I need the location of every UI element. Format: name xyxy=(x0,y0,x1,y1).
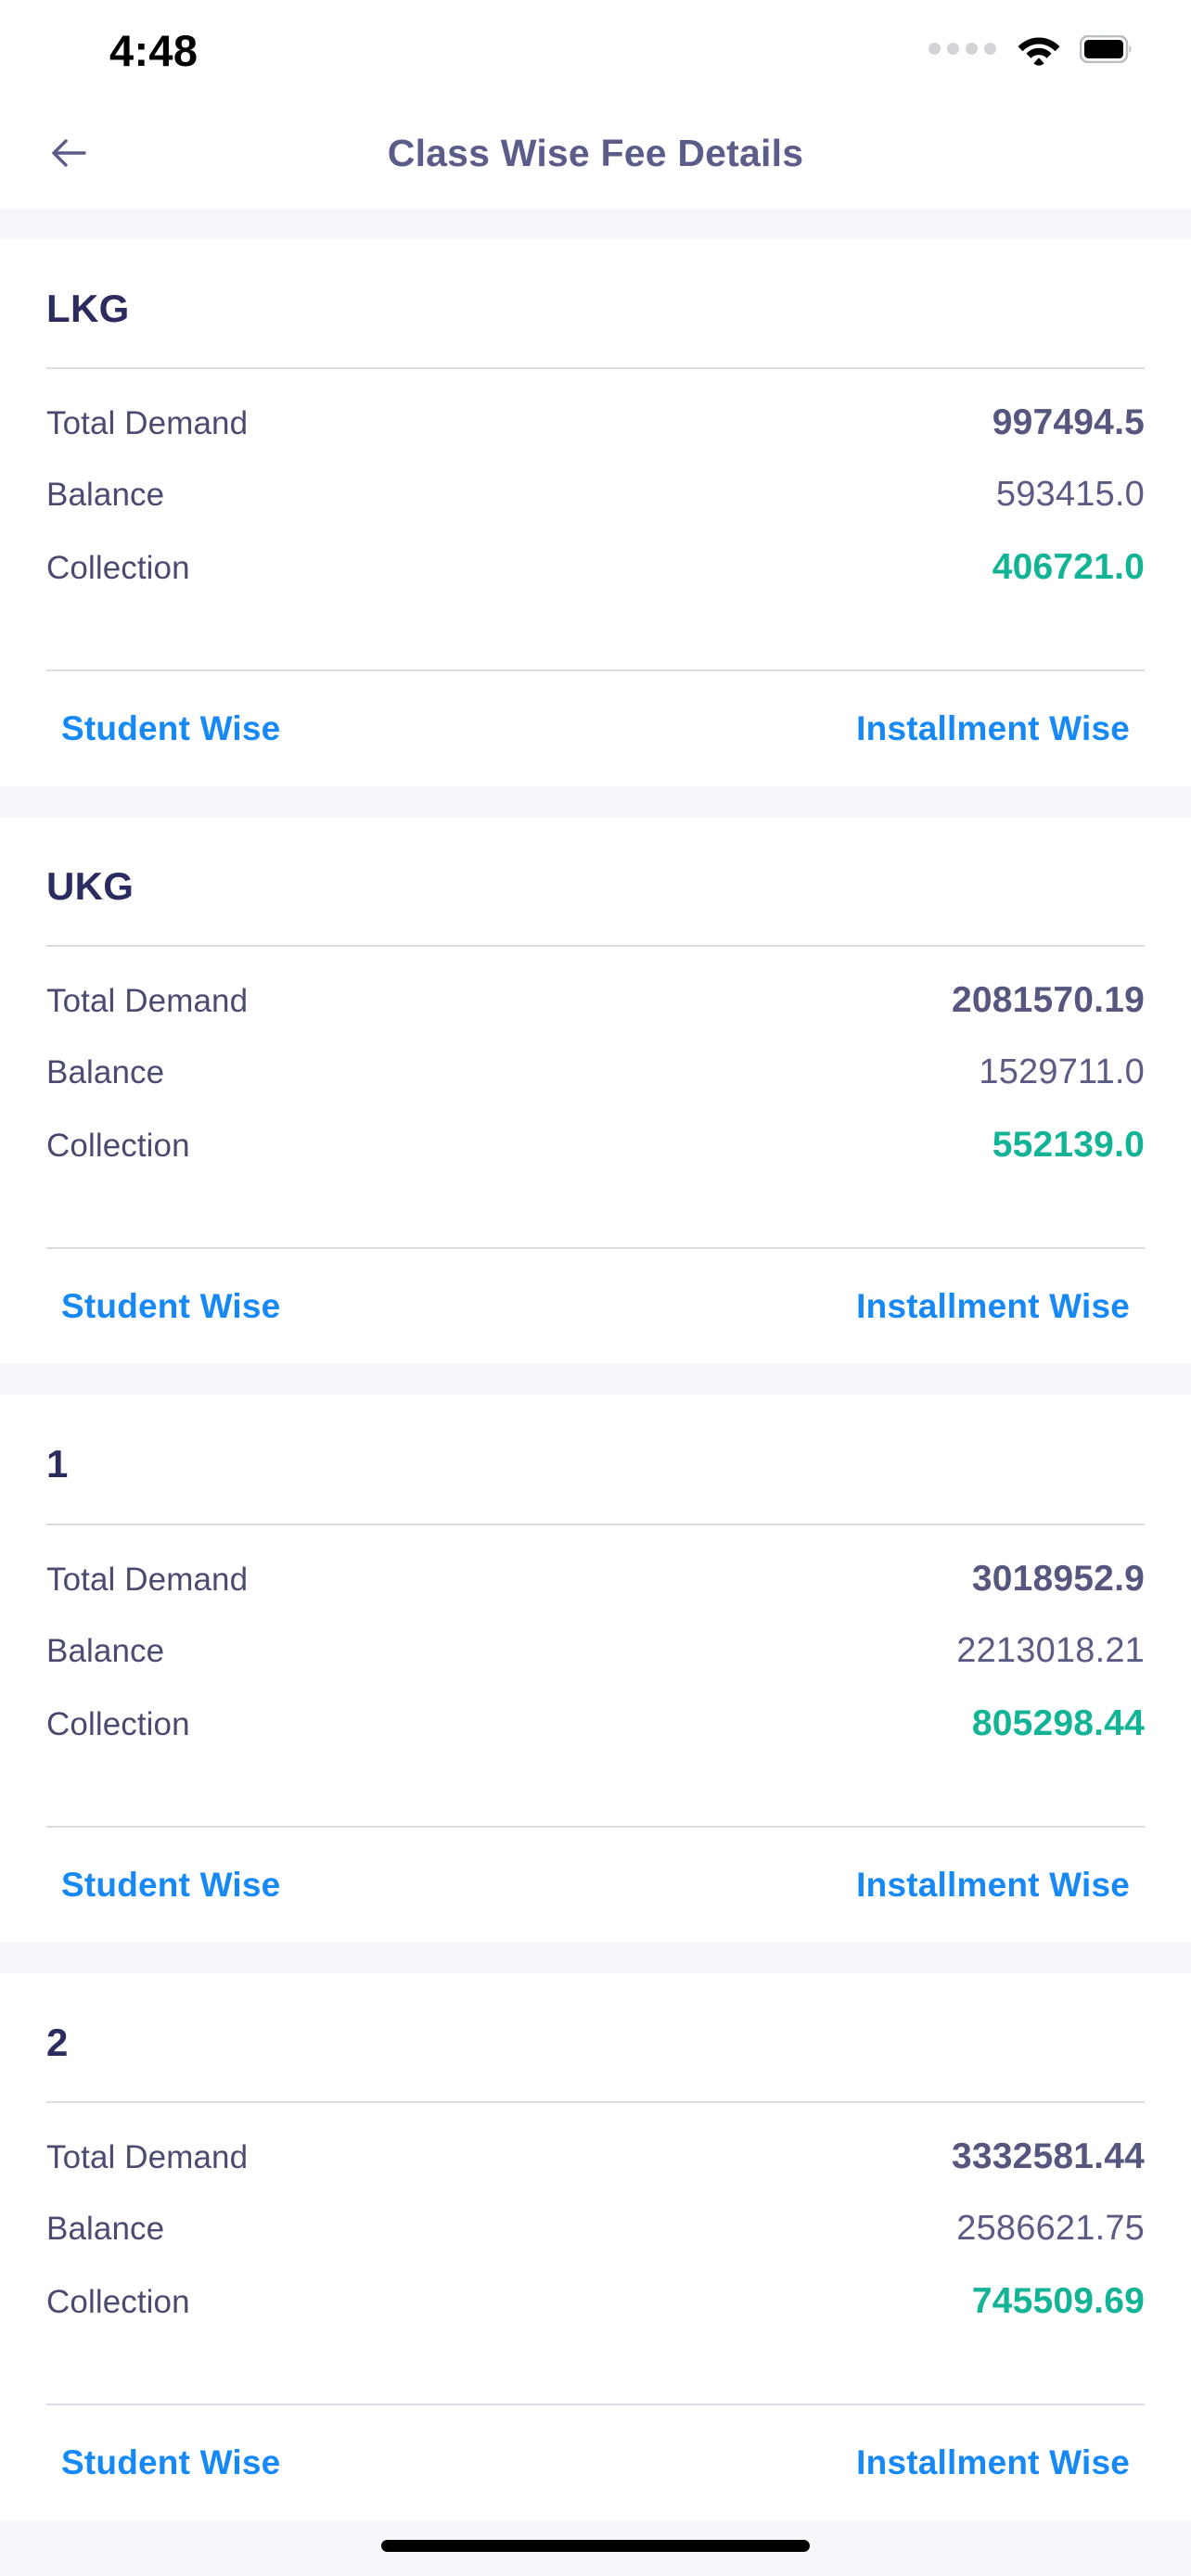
balance-row: Balance 593415.0 xyxy=(46,475,1145,547)
home-indicator[interactable] xyxy=(381,2540,810,2552)
balance-label: Balance xyxy=(46,1054,165,1091)
wifi-icon xyxy=(1017,32,1061,66)
balance-row: Balance 2586621.75 xyxy=(46,2209,1145,2281)
class-name: 1 xyxy=(46,1442,69,1486)
class-name: LKG xyxy=(46,287,130,330)
page-title: Class Wise Fee Details xyxy=(387,131,804,174)
card-actions: Student Wise Installment Wise xyxy=(46,1828,1145,1943)
list-gap xyxy=(0,209,1191,239)
balance-label: Balance xyxy=(46,1632,165,1669)
card-actions: Student Wise Installment Wise xyxy=(46,2405,1145,2520)
collection-row: Collection 805298.44 xyxy=(46,1703,1145,1776)
class-name: 2 xyxy=(46,2020,69,2064)
student-wise-link[interactable]: Student Wise xyxy=(61,1866,280,1905)
installment-wise-link[interactable]: Installment Wise xyxy=(856,2443,1130,2482)
class-fee-card: UKG Total Demand 2081570.19 Balance 1529… xyxy=(0,817,1191,1365)
collection-row: Collection 552139.0 xyxy=(46,1125,1145,1197)
fee-details-list[interactable]: LKG Total Demand 997494.5 Balance 593415… xyxy=(0,209,1191,2576)
card-rows: Total Demand 2081570.19 Balance 1529711.… xyxy=(46,947,1145,1197)
class-fee-card: LKG Total Demand 997494.5 Balance 593415… xyxy=(0,239,1191,787)
card-rows: Total Demand 3018952.9 Balance 2213018.2… xyxy=(46,1525,1145,1776)
collection-value: 552139.0 xyxy=(992,1125,1145,1166)
total-demand-row: Total Demand 3332581.44 xyxy=(46,2136,1145,2209)
student-wise-link[interactable]: Student Wise xyxy=(61,709,280,748)
collection-label: Collection xyxy=(46,550,190,587)
total-demand-value: 3332581.44 xyxy=(951,2136,1145,2176)
card-rows: Total Demand 997494.5 Balance 593415.0 C… xyxy=(46,369,1145,619)
card-actions: Student Wise Installment Wise xyxy=(46,1249,1145,1364)
total-demand-value: 3018952.9 xyxy=(971,1558,1145,1599)
balance-row: Balance 2213018.21 xyxy=(46,1631,1145,1703)
balance-value: 593415.0 xyxy=(995,475,1145,515)
total-demand-row: Total Demand 3018952.9 xyxy=(46,1559,1145,1631)
collection-label: Collection xyxy=(46,2283,190,2320)
phone-screen: 4:48 Class Wise Fee Details LKG Total De… xyxy=(0,0,1191,2576)
collection-label: Collection xyxy=(46,1705,190,1742)
student-wise-link[interactable]: Student Wise xyxy=(61,1287,280,1326)
collection-row: Collection 745509.69 xyxy=(46,2281,1145,2353)
total-demand-label: Total Demand xyxy=(46,2138,249,2175)
battery-full-icon xyxy=(1079,34,1133,63)
total-demand-label: Total Demand xyxy=(46,405,249,442)
collection-row: Collection 406721.0 xyxy=(46,547,1145,619)
class-name: UKG xyxy=(46,864,134,909)
list-gap xyxy=(0,1942,1191,1973)
total-demand-label: Total Demand xyxy=(46,983,249,1020)
collection-value: 805298.44 xyxy=(971,1702,1145,1743)
collection-value: 745509.69 xyxy=(971,2280,1145,2321)
total-demand-row: Total Demand 997494.5 xyxy=(46,402,1145,475)
installment-wise-link[interactable]: Installment Wise xyxy=(856,1287,1130,1326)
installment-wise-link[interactable]: Installment Wise xyxy=(856,709,1130,748)
list-gap xyxy=(0,1364,1191,1396)
balance-label: Balance xyxy=(46,2210,165,2247)
balance-label: Balance xyxy=(46,477,165,514)
installment-wise-link[interactable]: Installment Wise xyxy=(856,1866,1130,1905)
student-wise-link[interactable]: Student Wise xyxy=(61,2443,280,2482)
balance-row: Balance 1529711.0 xyxy=(46,1052,1145,1125)
total-demand-row: Total Demand 2081570.19 xyxy=(46,980,1145,1052)
status-bar-clock: 4:48 xyxy=(109,26,198,75)
status-bar: 4:48 xyxy=(0,0,1191,97)
balance-value: 1529711.0 xyxy=(979,1052,1145,1092)
card-rows: Total Demand 3332581.44 Balance 2586621.… xyxy=(46,2103,1145,2353)
status-bar-indicators xyxy=(928,32,1133,66)
collection-label: Collection xyxy=(46,1128,190,1165)
total-demand-value: 997494.5 xyxy=(992,402,1145,443)
total-demand-value: 2081570.19 xyxy=(951,980,1145,1021)
collection-value: 406721.0 xyxy=(992,547,1145,588)
list-gap xyxy=(0,786,1191,818)
card-actions: Student Wise Installment Wise xyxy=(46,671,1145,786)
back-button[interactable] xyxy=(33,118,104,188)
balance-value: 2213018.21 xyxy=(956,1630,1145,1670)
class-fee-card: 2 Total Demand 3332581.44 Balance 258662… xyxy=(0,1972,1191,2520)
total-demand-label: Total Demand xyxy=(46,1561,249,1598)
signal-dots-icon xyxy=(928,43,996,55)
app-bar: Class Wise Fee Details xyxy=(0,97,1191,209)
class-fee-card: 1 Total Demand 3018952.9 Balance 2213018… xyxy=(0,1395,1191,1943)
balance-value: 2586621.75 xyxy=(956,2208,1145,2248)
arrow-left-icon xyxy=(47,132,90,174)
